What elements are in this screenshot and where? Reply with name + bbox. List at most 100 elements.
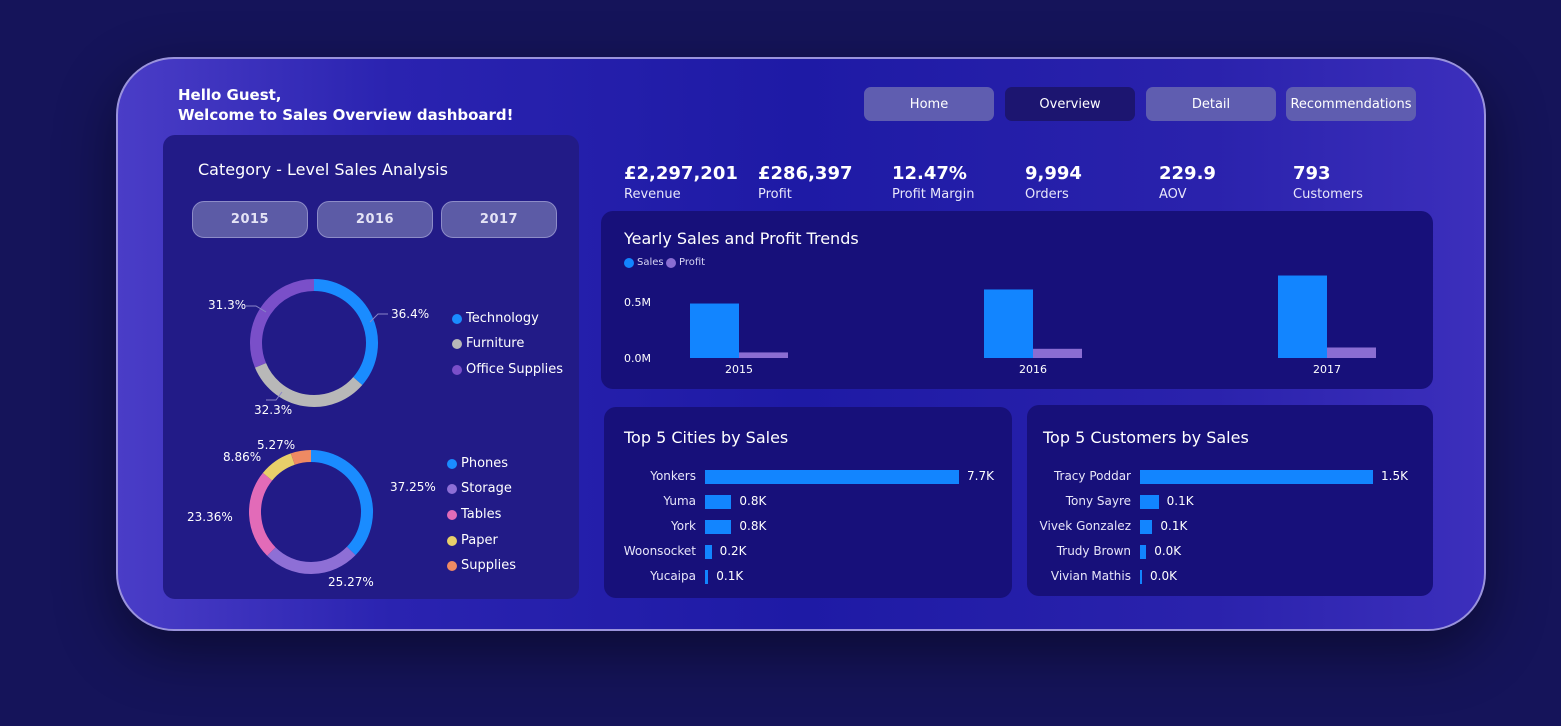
- legend-supplies: Supplies: [447, 558, 516, 573]
- legend-technology: Technology: [452, 311, 539, 326]
- nav-home-button[interactable]: Home: [864, 87, 994, 121]
- customer-bar[interactable]: [1140, 495, 1159, 509]
- yearly-trends-chart: 0.5M 0.0M 2015 2016 2017: [624, 275, 1376, 376]
- customer-name-label: Tony Sayre: [1065, 494, 1131, 508]
- customer-bar[interactable]: [1140, 570, 1142, 584]
- x-tick-label-2017: 2017: [1313, 363, 1341, 376]
- legend-dot-icon: [447, 483, 457, 494]
- profit-bar-2015[interactable]: [739, 352, 788, 358]
- city-name-label: York: [671, 519, 696, 533]
- top-customers-title: Top 5 Customers by Sales: [1043, 428, 1249, 447]
- donut-label-supplies: 5.27%: [257, 438, 296, 452]
- customer-bar[interactable]: [1140, 520, 1153, 534]
- sales-bar-2017[interactable]: [1278, 275, 1327, 358]
- year-2017-button[interactable]: 2017: [441, 201, 557, 238]
- x-tick-label-2016: 2016: [1019, 363, 1047, 376]
- customer-name-label: Trudy Brown: [1056, 544, 1131, 558]
- legend-dot-icon: [452, 313, 462, 324]
- legend-phones: Phones: [447, 456, 508, 471]
- legend-phones-label: Phones: [461, 456, 509, 471]
- subcategory-slice-supplies[interactable]: [290, 450, 312, 465]
- nav-overview-button[interactable]: Overview: [1005, 87, 1135, 121]
- y-tick-label: 0.5M: [624, 296, 651, 309]
- x-tick-label-2015: 2015: [725, 363, 753, 376]
- legend-dot-icon: [447, 535, 457, 546]
- legend-office-supplies-label: Office Supplies: [466, 362, 564, 377]
- customer-bar[interactable]: [1140, 545, 1147, 559]
- city-bar[interactable]: [705, 545, 712, 559]
- kpi-revenue-label: Revenue: [624, 187, 681, 202]
- kpi-aov-label: AOV: [1159, 187, 1187, 202]
- kpi-margin-label: Profit Margin: [892, 187, 975, 202]
- nav-detail-button[interactable]: Detail: [1146, 87, 1276, 121]
- kpi-profit-value: £286,397: [758, 163, 853, 184]
- profit-bar-2017[interactable]: [1327, 347, 1376, 358]
- legend-furniture: Furniture: [452, 336, 524, 351]
- category-donut-leaders: [246, 305, 388, 401]
- customer-value-label: 0.0K: [1154, 544, 1182, 558]
- city-value-label: 0.8K: [739, 519, 767, 533]
- city-name-label: Yucaipa: [650, 569, 696, 583]
- greeting-line-1: Hello Guest,: [178, 86, 282, 104]
- subcategory-slice-storage[interactable]: [267, 546, 356, 574]
- city-name-label: Yuma: [663, 494, 696, 508]
- city-value-label: 0.8K: [739, 494, 767, 508]
- city-name-label: Yonkers: [650, 469, 696, 483]
- sales-bar-2016[interactable]: [984, 289, 1033, 358]
- kpi-orders-label: Orders: [1025, 187, 1069, 202]
- subcategory-slice-tables[interactable]: [249, 472, 276, 556]
- legend-storage: Storage: [447, 481, 512, 496]
- year-2015-button[interactable]: 2015: [192, 201, 308, 238]
- legend-storage-label: Storage: [461, 481, 512, 496]
- legend-tables: Tables: [447, 507, 501, 522]
- legend-tables-label: Tables: [461, 507, 502, 522]
- city-bar[interactable]: [705, 495, 732, 509]
- customer-value-label: 0.0K: [1150, 569, 1177, 583]
- year-2016-button[interactable]: 2016: [317, 201, 433, 238]
- legend-dot-icon: [447, 560, 457, 571]
- donut-label-phones: 37.25%: [390, 480, 436, 494]
- top-cities-title: Top 5 Cities by Sales: [624, 428, 789, 447]
- donut-label-paper: 8.86%: [223, 450, 262, 464]
- legend-supplies-label: Supplies: [461, 558, 516, 573]
- donut-label-tables: 23.36%: [187, 510, 233, 524]
- subcategory-slice-paper[interactable]: [262, 453, 296, 481]
- profit-bar-2016[interactable]: [1033, 348, 1082, 358]
- legend-dot-icon: [452, 338, 462, 349]
- legend-dot-icon: [447, 509, 457, 520]
- customer-name-label: Tracy Poddar: [1053, 469, 1131, 483]
- subcategory-donut-chart: [249, 450, 373, 574]
- city-bar[interactable]: [705, 470, 959, 484]
- city-value-label: 0.2K: [719, 544, 747, 558]
- legend-paper: Paper: [447, 533, 498, 548]
- donut-label-storage: 25.27%: [328, 575, 374, 589]
- kpi-margin-value: 12.47%: [892, 163, 967, 184]
- kpi-orders-value: 9,994: [1025, 163, 1082, 184]
- customer-value-label: 0.1K: [1166, 494, 1194, 508]
- customer-name-label: Vivian Mathis: [1050, 569, 1131, 583]
- kpi-customers-label: Customers: [1293, 187, 1363, 202]
- legend-technology-label: Technology: [466, 311, 539, 326]
- customer-value-label: 0.1K: [1160, 519, 1188, 533]
- legend-paper-label: Paper: [461, 533, 498, 548]
- city-value-label: 0.1K: [716, 569, 744, 583]
- kpi-aov-value: 229.9: [1159, 163, 1216, 184]
- sales-bar-2015[interactable]: [690, 303, 739, 358]
- category-panel-title: Category - Level Sales Analysis: [198, 160, 448, 179]
- customer-bar[interactable]: [1140, 470, 1373, 484]
- legend-dot-icon: [452, 364, 462, 375]
- nav-recommendations-button[interactable]: Recommendations: [1286, 87, 1416, 121]
- kpi-customers-value: 793: [1293, 163, 1331, 184]
- city-bar[interactable]: [705, 520, 732, 534]
- legend-dot-icon: [447, 458, 457, 469]
- city-value-label: 7.7K: [967, 469, 994, 483]
- greeting-line-2: Welcome to Sales Overview dashboard!: [178, 106, 514, 124]
- kpi-profit-label: Profit: [758, 187, 792, 202]
- customer-name-label: Vivek Gonzalez: [1039, 519, 1131, 533]
- customer-value-label: 1.5K: [1381, 469, 1408, 483]
- city-bar[interactable]: [705, 570, 709, 584]
- greeting: Hello Guest, Welcome to Sales Overview d…: [178, 85, 514, 125]
- subcategory-slice-phones[interactable]: [310, 450, 373, 556]
- kpi-revenue-value: £2,297,201: [624, 163, 738, 184]
- legend-furniture-label: Furniture: [466, 336, 525, 351]
